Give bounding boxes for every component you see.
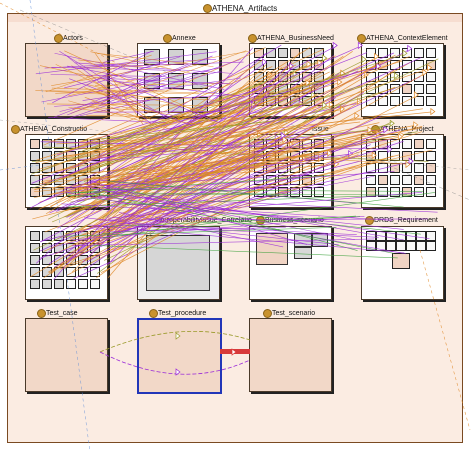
edge-arrowhead — [361, 55, 367, 63]
edge-arrowhead — [413, 121, 419, 129]
edge-arrowhead — [413, 91, 419, 99]
edge-arrowhead — [262, 58, 268, 66]
dependency-edge — [87, 224, 405, 254]
edge-arrowhead — [354, 112, 360, 120]
dependency-edges — [0, 0, 471, 452]
edge-arrowhead — [374, 52, 380, 61]
dependency-edge — [0, 164, 41, 171]
edge-arrowhead — [357, 41, 363, 50]
edge-arrowhead — [427, 63, 433, 72]
edge-arrowhead — [430, 107, 436, 116]
dependency-edge — [93, 245, 398, 259]
edge-arrowhead — [408, 157, 414, 165]
dependency-edge — [0, 2, 131, 71]
diagram-canvas: ATHENA_Artifacts Actors Annexe ATHENA_Bu… — [0, 0, 471, 452]
dependency-edge — [99, 330, 251, 353]
dependency-edge — [99, 351, 251, 375]
edge-arrowhead — [175, 332, 181, 340]
edge-arrowhead — [371, 151, 377, 159]
edge-arrowhead — [407, 44, 413, 53]
dependency-edge — [419, 249, 471, 431]
edge-arrowhead — [389, 119, 395, 128]
edge-arrowhead — [383, 125, 389, 134]
edge-arrowhead — [387, 145, 393, 153]
edge-arrowhead — [332, 41, 338, 50]
